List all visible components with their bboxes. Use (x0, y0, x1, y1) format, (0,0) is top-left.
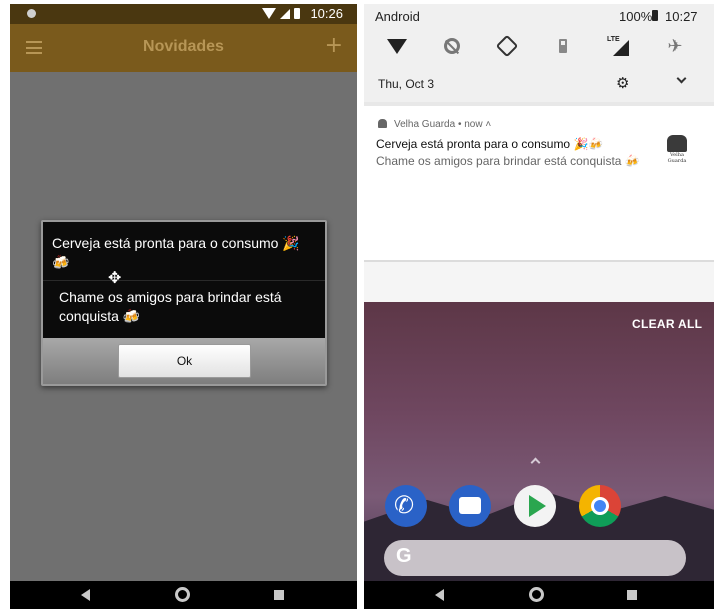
dialog-message: Chame os amigos para brindar está conqui… (59, 289, 282, 324)
battery-saver-tile[interactable] (548, 34, 578, 58)
notification-header: Velha Guarda • now ˄ (394, 119, 491, 130)
chevron-down-icon[interactable] (676, 73, 687, 84)
lte-signal-icon: LTE (607, 36, 631, 56)
auto-rotate-icon (495, 34, 519, 58)
screenshot-composite: 10:26 Novidades + Cerveja está pronta pa… (0, 0, 724, 613)
recents-icon[interactable] (274, 590, 284, 600)
notification-empty-area (364, 184, 714, 262)
chrome-icon[interactable] (579, 485, 621, 527)
notification-app-name: Velha Guarda (394, 119, 456, 130)
wifi-icon (262, 8, 276, 19)
back-icon[interactable] (81, 589, 90, 601)
notification-dot-icon (27, 9, 36, 18)
dialog-button-bar: Ok (43, 338, 325, 384)
home-icon[interactable] (529, 587, 544, 602)
chevron-up-icon[interactable]: ˄ (485, 119, 491, 130)
clear-all-button[interactable]: CLEAR ALL (632, 317, 702, 331)
google-g-icon: G (396, 545, 412, 567)
dnd-icon (444, 38, 460, 54)
back-icon[interactable] (435, 589, 444, 601)
logo-text: Velha Guarda (667, 152, 687, 164)
mobile-data-tile[interactable]: LTE (604, 34, 634, 58)
navigation-bar (10, 581, 357, 609)
wifi-tile[interactable] (382, 34, 412, 58)
google-search-bar[interactable]: G (384, 540, 686, 576)
date-label: Thu, Oct 3 (378, 77, 435, 91)
logo-mark-icon (667, 135, 687, 152)
signal-triangle (613, 40, 629, 56)
navigation-bar (364, 581, 714, 609)
battery-percentage: 100% (619, 9, 653, 24)
phone-icon[interactable]: ✆ (385, 485, 427, 527)
left-phone-screen: 10:26 Novidades + Cerveja está pronta pa… (10, 4, 357, 609)
play-store-icon[interactable] (514, 485, 556, 527)
auto-rotate-tile[interactable] (492, 34, 522, 58)
status-time: 10:27 (665, 9, 698, 24)
notification-card[interactable]: Velha Guarda • now ˄ Cerveja está pronta… (364, 106, 714, 184)
battery-icon (652, 10, 658, 21)
recents-icon[interactable] (627, 590, 637, 600)
move-cursor-icon: ✥ (108, 268, 122, 287)
notification-text: Chame os amigos para brindar está conqui… (376, 154, 640, 168)
gear-icon[interactable]: ⚙ (616, 74, 629, 92)
dialog-title: Cerveja está pronta para o consumo 🎉🍻 (52, 235, 300, 270)
status-bar: 10:26 (10, 4, 357, 24)
quick-settings-row: LTE ✈ (364, 34, 714, 64)
quick-settings-panel: Android 100% 10:27 LTE ✈ Thu, Oct 3 ⚙ (364, 4, 714, 102)
airplane-mode-icon: ✈ (667, 35, 683, 57)
dnd-tile[interactable] (437, 34, 467, 58)
signal-icon (280, 8, 290, 19)
app-logo: Velha Guarda (660, 132, 694, 166)
status-time: 10:26 (310, 6, 343, 21)
right-phone-screen: Android 100% 10:27 LTE ✈ Thu, Oct 3 ⚙ Ve… (364, 4, 714, 609)
carrier-label: Android (375, 9, 420, 24)
ok-button[interactable]: Ok (118, 344, 251, 378)
wifi-icon (387, 38, 407, 54)
dialog-divider (43, 280, 325, 281)
notification-time: now (464, 119, 483, 130)
messages-icon[interactable] (449, 485, 491, 527)
airplane-mode-tile[interactable]: ✈ (660, 34, 690, 58)
app-bar: Novidades + (10, 24, 357, 72)
page-title: Novidades (143, 38, 224, 55)
home-icon[interactable] (175, 587, 190, 602)
notification-title: Cerveja está pronta para o consumo 🎉🍻 (376, 137, 604, 151)
plus-icon[interactable]: + (325, 33, 343, 58)
battery-saver-icon (559, 39, 567, 53)
notification-footer-area (364, 262, 714, 302)
alert-dialog: Cerveja está pronta para o consumo 🎉🍻 Ch… (41, 220, 327, 386)
battery-icon (294, 8, 300, 19)
status-icons (262, 8, 300, 19)
bell-icon (378, 119, 387, 128)
